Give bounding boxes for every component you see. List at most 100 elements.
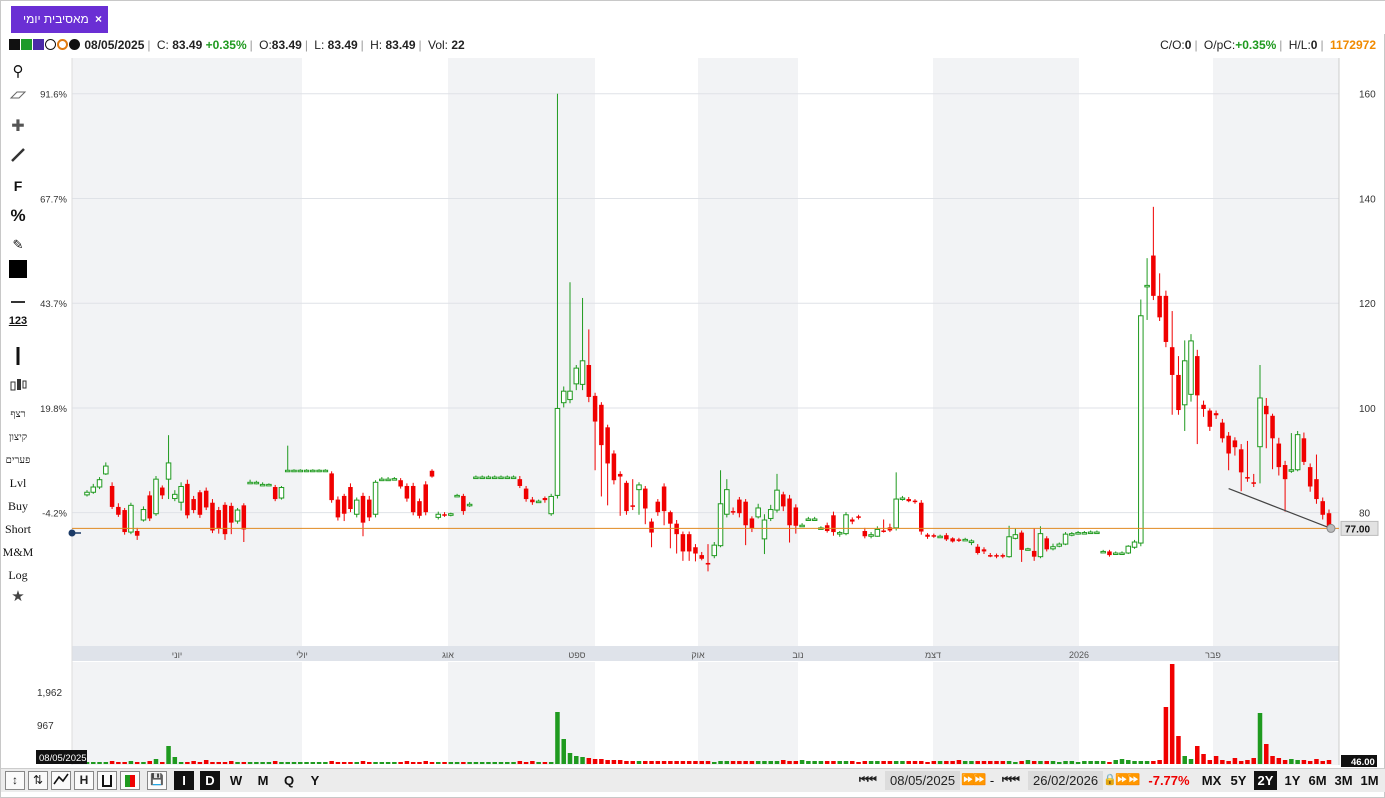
candle-body-up (724, 489, 730, 515)
candle-body-down (931, 535, 937, 537)
volume-bar (781, 760, 786, 764)
jump-first-icon[interactable]: ⏮⏮ (859, 771, 877, 790)
period-Q[interactable]: Q (279, 771, 299, 790)
hl-chart-icon[interactable]: H (74, 771, 94, 790)
star-icon[interactable]: ★ (1, 587, 35, 605)
candle-body-up (278, 487, 285, 499)
candle-body-up (1257, 397, 1263, 448)
candle-body-down (1031, 550, 1037, 557)
candle-body-down (912, 500, 918, 503)
range-1M[interactable]: 1M (1358, 771, 1381, 790)
search-icon[interactable]: ⚲ (1, 62, 35, 80)
jump-last-icon[interactable]: ⏩⏩ (1115, 771, 1140, 790)
to-date[interactable]: 26/02/2026 (1028, 771, 1104, 790)
next-icon[interactable]: ⏩⏩ (961, 771, 986, 790)
period-M[interactable]: M (253, 771, 273, 790)
registered-icon[interactable] (45, 39, 56, 50)
period-Y[interactable]: Y (305, 771, 325, 790)
candle-body-up (172, 493, 178, 500)
close-icon[interactable]: × (95, 6, 102, 33)
horizontal-line-icon[interactable] (1, 294, 35, 308)
draw-mode-icon[interactable] (9, 39, 20, 50)
comment-icon[interactable] (69, 39, 80, 50)
period-I[interactable]: I (174, 771, 194, 790)
export-icon[interactable] (33, 39, 44, 50)
tab-massivit-daily[interactable]: מאסיבית יומי × (11, 6, 108, 33)
volume-bar (385, 762, 391, 764)
candle-body-down (781, 494, 786, 507)
color-square-icon[interactable] (1, 260, 35, 281)
volume-bar (1019, 761, 1024, 764)
volume-date-label: 08/05/2025 (39, 753, 87, 764)
range-MX[interactable]: MX (1200, 771, 1223, 790)
volume-bar (981, 761, 987, 764)
tool-log[interactable]: Log (1, 568, 35, 583)
vol-value: 22 (451, 38, 465, 52)
co-value: 0 (1184, 38, 1192, 52)
tool-gaps[interactable]: פערים (1, 455, 35, 466)
candle-body-down (624, 482, 629, 512)
candle-body-down (1044, 538, 1049, 550)
close-label: C: (156, 38, 169, 52)
tool-lvl[interactable]: Lvl (1, 476, 35, 491)
candle-body-up (247, 481, 253, 485)
volume-bar (561, 739, 566, 764)
candle-color-icon[interactable] (120, 771, 140, 790)
candle-body-down (599, 404, 604, 446)
candle-body-up (1144, 284, 1150, 288)
crosshair-icon[interactable]: ✚ (1, 116, 35, 136)
candle-body-down (398, 480, 403, 487)
eraser-icon[interactable] (1, 89, 35, 103)
volume-bar (109, 761, 115, 764)
tool-sequence[interactable]: רצף (1, 409, 35, 420)
volume-bar (367, 762, 372, 764)
volume-bar (1094, 761, 1100, 764)
candle-body-down (668, 512, 673, 524)
price-chart[interactable]: יוני יולי אוג ספט אוק נוב דצמ 2026 פבר 80 100 120 1… (1, 58, 1385, 768)
percent-icon[interactable]: % (1, 206, 35, 226)
candle-body-down (730, 511, 736, 513)
high-value: 83.49 (385, 38, 416, 52)
line-chart-icon[interactable] (51, 771, 71, 790)
candle-body-down (831, 515, 836, 533)
volume-month-band (595, 662, 698, 765)
tool-short[interactable]: Short (1, 522, 35, 537)
volume-bar (956, 760, 962, 764)
lock-icon[interactable]: 🔒 (1103, 771, 1117, 790)
period-W[interactable]: W (226, 771, 246, 790)
range-3M[interactable]: 3M (1332, 771, 1355, 790)
vertical-line-icon[interactable] (1, 345, 35, 370)
volume-bar (517, 761, 523, 764)
period-D[interactable]: D (200, 771, 220, 790)
candle-body-up (1056, 543, 1063, 547)
candle-body-up (937, 535, 943, 539)
volume-bar (1169, 664, 1175, 764)
candle-body-up (636, 484, 642, 491)
range-1Y[interactable]: 1Y (1281, 771, 1304, 790)
candle-body-up (1006, 536, 1012, 558)
edit-icon[interactable]: ✎ (1, 237, 35, 253)
target-icon[interactable] (57, 39, 68, 50)
prev-icon[interactable]: ⏮⏮ (1002, 771, 1020, 790)
range-5Y[interactable]: 5Y (1227, 771, 1250, 790)
candle-body-down (442, 514, 447, 516)
volume-month-band (798, 662, 933, 765)
volume-bar (831, 761, 836, 764)
save-icon[interactable]: 💾 (147, 771, 167, 790)
line-icon[interactable] (1, 146, 35, 167)
fibonacci-icon[interactable]: F (1, 178, 35, 194)
ohlc-chart-icon[interactable]: ⇅ (28, 771, 48, 790)
from-date[interactable]: 08/05/2025 (885, 771, 961, 790)
ruler-icon[interactable]: 123 (1, 315, 35, 327)
bar-chart-icon[interactable] (97, 771, 117, 790)
share-icon[interactable] (21, 39, 32, 50)
tool-extreme[interactable]: קיצון (1, 432, 35, 443)
candle-style-icon[interactable] (1, 376, 35, 397)
range-6M[interactable]: 6M (1306, 771, 1329, 790)
volume-bar (749, 761, 755, 764)
range-2Y[interactable]: 2Y (1254, 771, 1277, 790)
tool-buy[interactable]: Buy (1, 499, 35, 514)
volume-bar (1213, 756, 1219, 764)
candle-chart-icon[interactable]: ↕ (5, 771, 25, 790)
tool-mm[interactable]: M&M (1, 545, 35, 560)
